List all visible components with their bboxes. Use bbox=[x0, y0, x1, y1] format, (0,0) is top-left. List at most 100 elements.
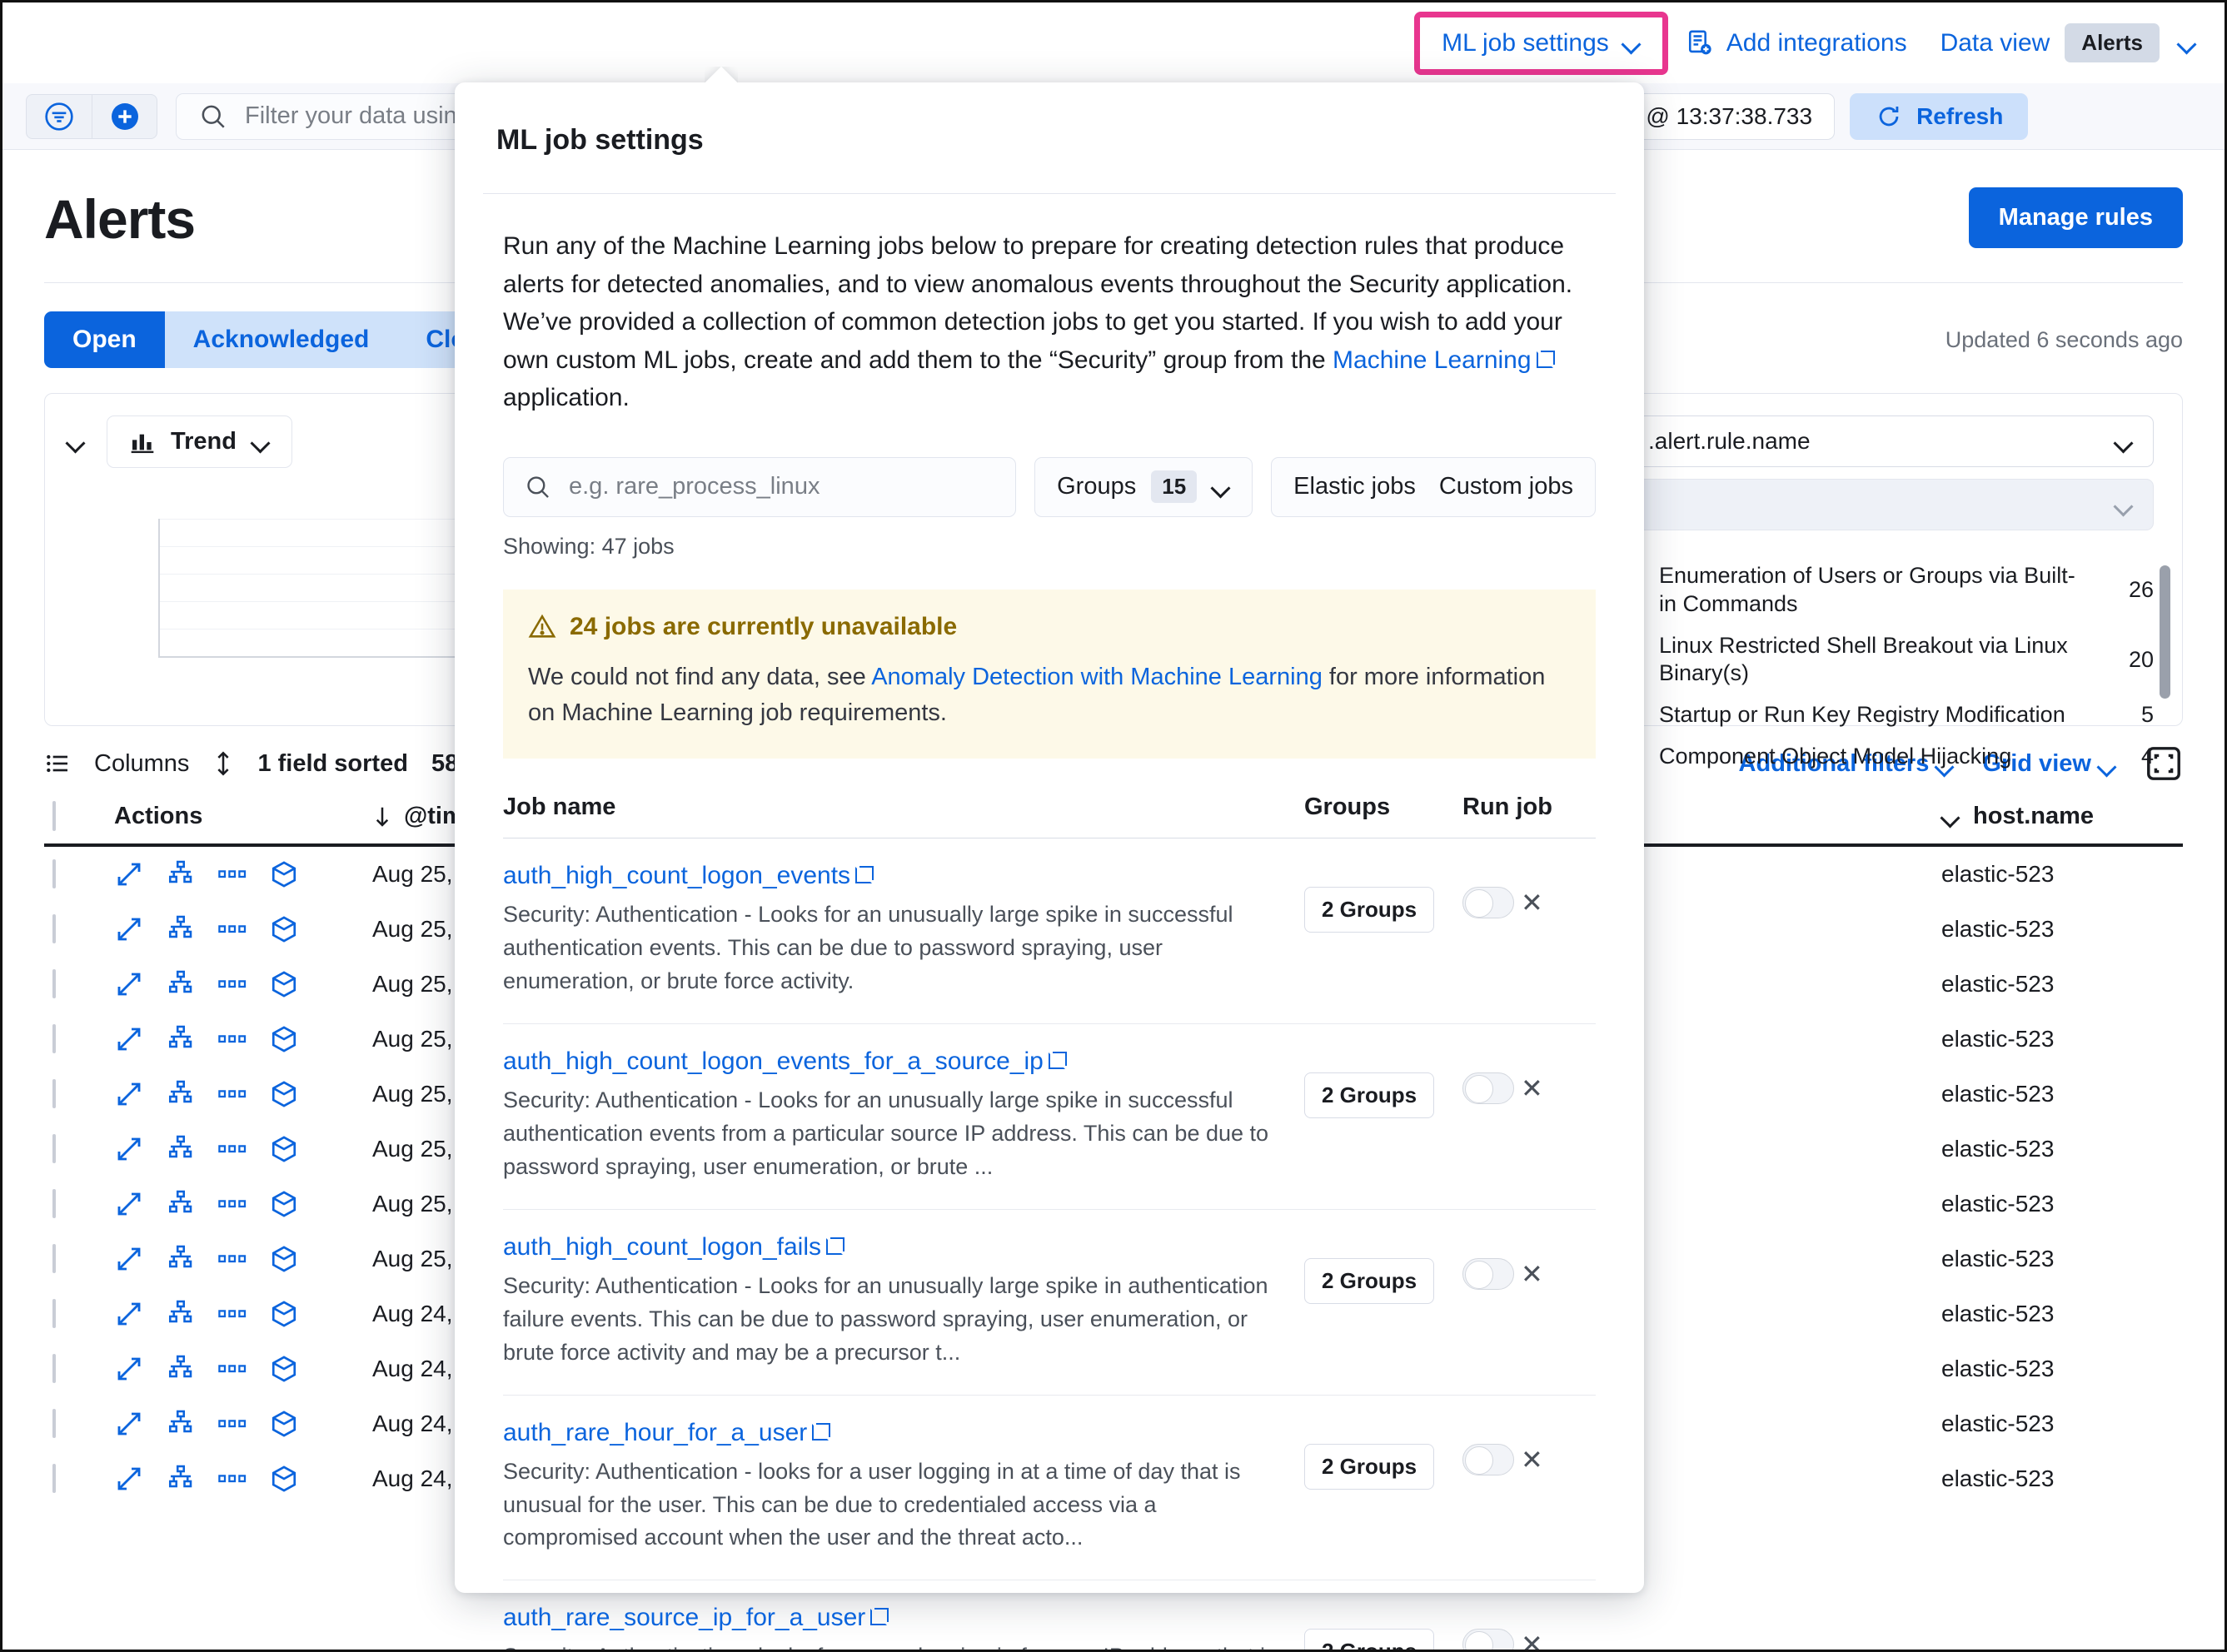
columns-button-label[interactable]: Columns bbox=[94, 750, 189, 778]
job-list-item: auth_rare_hour_for_a_user Security: Auth… bbox=[503, 1396, 1596, 1581]
data-view-value[interactable]: Alerts bbox=[2065, 23, 2160, 62]
expand-icon bbox=[114, 859, 144, 889]
row-checkbox[interactable] bbox=[52, 1464, 56, 1493]
collapse-chevron-icon[interactable] bbox=[67, 436, 85, 447]
jobs-col-header-groups: Groups bbox=[1304, 794, 1462, 821]
jobs-col-header-name: Job name bbox=[503, 794, 1304, 821]
groups-filter-button[interactable]: Groups 15 bbox=[1034, 457, 1253, 517]
legend-scrollbar[interactable] bbox=[2160, 565, 2170, 699]
filter-options-button[interactable] bbox=[27, 95, 92, 138]
elastic-jobs-toggle[interactable]: Elastic jobs bbox=[1293, 473, 1416, 500]
row-checkbox[interactable] bbox=[52, 1079, 56, 1108]
popover-title: ML job settings bbox=[455, 82, 1644, 157]
custom-jobs-toggle[interactable]: Custom jobs bbox=[1439, 473, 1573, 500]
sort-desc-arrow-icon bbox=[372, 804, 392, 829]
more-actions-icon bbox=[217, 1083, 247, 1105]
tab-acknowledged[interactable]: Acknowledged bbox=[165, 311, 398, 368]
more-actions-icon bbox=[217, 1193, 247, 1215]
row-checkbox[interactable] bbox=[52, 1189, 56, 1218]
job-groups-badge[interactable]: 2 Groups bbox=[1304, 1629, 1434, 1652]
job-groups-badge[interactable]: 2 Groups bbox=[1304, 1258, 1434, 1304]
row-checkbox[interactable] bbox=[52, 859, 56, 888]
job-description: Security: Authentication - Looks for an … bbox=[503, 1270, 1283, 1370]
job-name-link[interactable]: auth_high_count_logon_fails bbox=[503, 1233, 821, 1261]
anomaly-detection-link[interactable]: Anomaly Detection with Machine Learning bbox=[871, 664, 1323, 690]
job-run-toggle[interactable] bbox=[1462, 1444, 1514, 1475]
row-checkbox[interactable] bbox=[52, 969, 56, 998]
warning-icon bbox=[528, 613, 556, 641]
add-integrations-button[interactable]: Add integrations bbox=[1686, 29, 1907, 57]
row-host: elastic-523 bbox=[1941, 861, 2183, 888]
popover-description-text-2: application. bbox=[503, 384, 630, 411]
job-run-toggle[interactable] bbox=[1462, 1072, 1514, 1104]
refresh-button[interactable]: Refresh bbox=[1850, 93, 2028, 140]
stack-by-select[interactable]: .alert.rule.name bbox=[1627, 415, 2154, 467]
tab-open[interactable]: Open bbox=[44, 311, 165, 368]
legend-item[interactable]: Linux Restricted Shell Breakout via Linu… bbox=[1627, 632, 2154, 689]
filter-button-group bbox=[26, 94, 157, 139]
row-checkbox[interactable] bbox=[52, 1244, 56, 1273]
analyze-event-icon bbox=[166, 1464, 196, 1494]
stack-by-value: .alert.rule.name bbox=[1648, 428, 1811, 455]
row-actions bbox=[114, 1079, 372, 1109]
row-actions bbox=[114, 1244, 372, 1274]
row-checkbox[interactable] bbox=[52, 1024, 56, 1053]
popover-arrow bbox=[705, 67, 738, 83]
row-checkbox[interactable] bbox=[52, 1354, 56, 1383]
session-view-icon bbox=[269, 914, 299, 944]
analyze-event-icon bbox=[166, 1354, 196, 1384]
job-groups-badge[interactable]: 2 Groups bbox=[1304, 887, 1434, 933]
job-search-input[interactable]: e.g. rare_process_linux bbox=[503, 457, 1016, 517]
row-actions bbox=[114, 914, 372, 944]
legend-item[interactable]: Enumeration of Users or Groups via Built… bbox=[1627, 562, 2154, 619]
row-host: elastic-523 bbox=[1941, 1301, 2183, 1327]
job-name-link[interactable]: auth_rare_hour_for_a_user bbox=[503, 1419, 807, 1447]
machine-learning-link[interactable]: Machine Learning bbox=[1333, 346, 1532, 374]
add-integrations-icon bbox=[1686, 29, 1715, 57]
job-name-link[interactable]: auth_rare_source_ip_for_a_user bbox=[503, 1604, 865, 1632]
add-filter-button[interactable] bbox=[92, 95, 157, 138]
ml-job-settings-label: ML job settings bbox=[1442, 29, 1609, 57]
expand-icon bbox=[114, 1464, 144, 1494]
row-checkbox[interactable] bbox=[52, 1299, 56, 1328]
legend-item[interactable]: Startup or Run Key Registry Modification… bbox=[1627, 701, 2154, 729]
job-run-toggle[interactable] bbox=[1462, 1629, 1514, 1652]
expand-icon bbox=[114, 1079, 144, 1109]
updated-timestamp: Updated 6 seconds ago bbox=[1946, 327, 2183, 353]
expand-icon bbox=[114, 1354, 144, 1384]
groups-chevron-down-icon bbox=[1212, 481, 1230, 492]
expand-icon bbox=[114, 1134, 144, 1164]
job-name-link[interactable]: auth_high_count_logon_events_for_a_sourc… bbox=[503, 1047, 1044, 1076]
data-view-chevron-down-icon[interactable] bbox=[2178, 37, 2196, 48]
row-checkbox[interactable] bbox=[52, 914, 56, 943]
manage-rules-button[interactable]: Manage rules bbox=[1969, 187, 2183, 248]
row-checkbox[interactable] bbox=[52, 1409, 56, 1438]
legend-item[interactable]: Component Object Model Hijacking 4 bbox=[1627, 743, 2154, 771]
job-run-toggle[interactable] bbox=[1462, 1258, 1514, 1290]
stack-by-secondary-select[interactable] bbox=[1627, 479, 2154, 530]
expand-icon bbox=[114, 1024, 144, 1054]
session-view-icon bbox=[269, 859, 299, 889]
job-groups-badge[interactable]: 2 Groups bbox=[1304, 1072, 1434, 1118]
chart-type-trend-button[interactable]: Trend bbox=[107, 415, 292, 468]
job-run-toggle[interactable] bbox=[1462, 887, 1514, 918]
job-name-link[interactable]: auth_high_count_logon_events bbox=[503, 862, 850, 890]
job-description: Security: Authentication - looks for a u… bbox=[503, 1640, 1283, 1652]
row-host: elastic-523 bbox=[1941, 1136, 2183, 1162]
row-checkbox[interactable] bbox=[52, 1134, 56, 1163]
chevron-down-icon bbox=[1622, 37, 1641, 48]
column-header-host[interactable]: host.name bbox=[1941, 803, 2183, 830]
job-groups-badge[interactable]: 2 Groups bbox=[1304, 1444, 1434, 1490]
column-header-actions: Actions bbox=[114, 803, 372, 830]
ml-job-settings-button[interactable]: ML job settings bbox=[1414, 12, 1668, 75]
select-all-checkbox[interactable] bbox=[52, 801, 56, 831]
analyze-event-icon bbox=[166, 1244, 196, 1274]
row-host: elastic-523 bbox=[1941, 1026, 2183, 1052]
analyze-event-icon bbox=[166, 1134, 196, 1164]
more-actions-icon bbox=[217, 1303, 247, 1325]
sorted-fields-label[interactable]: 1 field sorted bbox=[257, 750, 408, 778]
session-view-icon bbox=[269, 1464, 299, 1494]
chart-type-chevron-down-icon bbox=[252, 436, 270, 447]
row-actions bbox=[114, 1354, 372, 1384]
job-unavailable-x-icon: ✕ bbox=[1521, 889, 1543, 916]
